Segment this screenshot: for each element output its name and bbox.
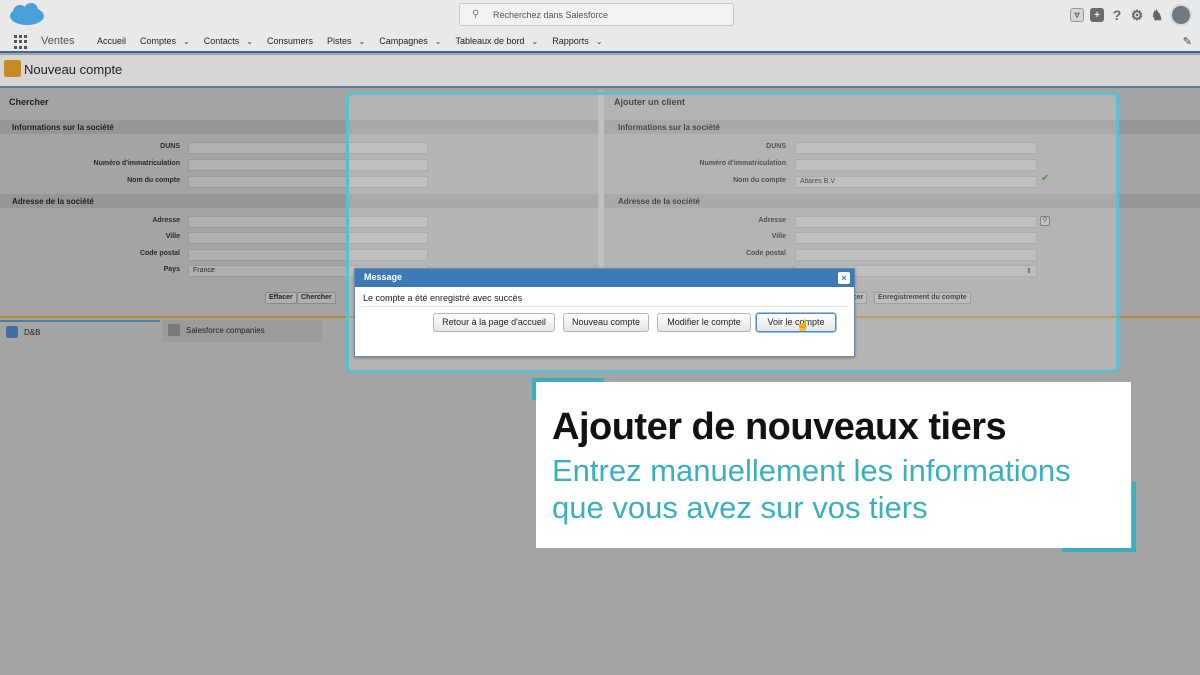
nav-item-pistes[interactable]: Pistes ⌄ <box>327 36 365 46</box>
chevron-down-icon[interactable]: ⌄ <box>435 37 442 46</box>
dialog-header: Message × <box>355 269 854 287</box>
database-icon <box>168 324 180 336</box>
tab-salesforce-companies[interactable]: Salesforce companies <box>162 320 322 342</box>
left-registration-label: Numéro d'immatriculation <box>93 160 180 167</box>
nav-item-contacts[interactable]: Contacts ⌄ <box>204 36 253 46</box>
accent-bar <box>1132 482 1136 552</box>
setup-gear-icon[interactable]: ⚙ <box>1130 7 1144 23</box>
notifications-bell-icon[interactable]: ♞ <box>1150 7 1164 23</box>
chevron-down-icon[interactable]: ⌄ <box>359 37 366 46</box>
left-account-name-label: Nom du compte <box>127 177 180 184</box>
tab-dnb-label: D&B <box>24 328 41 337</box>
user-avatar[interactable] <box>1170 4 1192 26</box>
chevron-down-icon[interactable]: ⌄ <box>596 37 603 46</box>
promo-card: Ajouter de nouveaux tiers Entrez manuell… <box>536 382 1131 548</box>
edit-pencil-icon[interactable]: ✎ <box>1183 35 1192 48</box>
close-icon[interactable]: × <box>838 272 850 284</box>
left-postal-label: Code postal <box>139 250 180 257</box>
accent-bar <box>1062 548 1136 552</box>
account-folder-icon <box>4 60 21 77</box>
app-navigation: Ventes Accueil Comptes ⌄ Contacts ⌄ Consum… <box>0 30 1200 53</box>
new-account-button[interactable]: Nouveau compte <box>563 313 649 332</box>
nav-item-accueil[interactable]: Accueil <box>97 36 126 46</box>
message-dialog: Message × Le compte a été enregistré ave… <box>354 268 855 357</box>
dialog-divider <box>361 306 848 307</box>
page-header: Nouveau compte <box>0 55 1200 88</box>
dialog-message: Le compte a été enregistré avec succès <box>363 293 523 303</box>
global-header: ⚲ Recherchez dans Salesforce ▿ + ? ⚙ ♞ <box>0 0 1200 30</box>
app-launcher-icon[interactable] <box>14 35 28 49</box>
help-icon[interactable]: ? <box>1110 7 1124 23</box>
search-icon: ⚲ <box>472 9 480 20</box>
nav-item-rapports[interactable]: Rapports ⌄ <box>552 36 602 46</box>
left-clear-button[interactable]: Effacer <box>265 292 297 304</box>
favorites-icon[interactable]: ▿ <box>1070 8 1084 22</box>
add-icon[interactable]: + <box>1090 8 1104 22</box>
page-title: Nouveau compte <box>24 62 123 77</box>
edit-account-button[interactable]: Modifier le compte <box>657 313 751 332</box>
dialog-title: Message <box>364 272 403 282</box>
promo-title: Ajouter de nouveaux tiers <box>552 406 1007 448</box>
left-country-label: Pays <box>163 266 180 273</box>
chevron-down-icon[interactable]: ⌄ <box>532 37 539 46</box>
app-name: Ventes <box>41 35 75 47</box>
salesforce-cloud-logo[interactable] <box>8 3 46 27</box>
back-to-home-button[interactable]: Retour à la page d'accueil <box>433 313 555 332</box>
left-search-button[interactable]: Chercher <box>297 292 336 304</box>
search-placeholder: Recherchez dans Salesforce <box>493 10 609 20</box>
nav-item-comptes[interactable]: Comptes ⌄ <box>140 36 190 46</box>
left-duns-label: DUNS <box>160 143 180 150</box>
nav-item-tableaux-de-bord[interactable]: Tableaux de bord ⌄ <box>455 36 538 46</box>
chevron-down-icon[interactable]: ⌄ <box>246 37 253 46</box>
nav-item-campagnes[interactable]: Campagnes ⌄ <box>379 36 441 46</box>
mouse-cursor-icon: ☝ <box>796 320 810 332</box>
left-city-label: Ville <box>165 233 180 240</box>
nav-items: Accueil Comptes ⌄ Contacts ⌄ Consumers Pis… <box>97 36 616 46</box>
search-panel-title: Chercher <box>9 97 49 107</box>
dnb-icon <box>6 326 18 338</box>
nav-item-consumers[interactable]: Consumers <box>267 36 313 46</box>
tab-dnb[interactable]: D&B <box>0 320 160 342</box>
promo-subtitle-line-2: que vous avez sur vos tiers <box>552 490 928 525</box>
promo-subtitle: Entrez manuellement les informations que… <box>552 452 1071 526</box>
chevron-down-icon[interactable]: ⌄ <box>183 37 190 46</box>
global-search-input[interactable]: ⚲ Recherchez dans Salesforce <box>459 3 734 26</box>
promo-subtitle-line-1: Entrez manuellement les informations <box>552 453 1071 488</box>
tab-salesforce-companies-label: Salesforce companies <box>186 326 265 335</box>
header-utility-icons: ▿ + ? ⚙ ♞ <box>1070 4 1192 26</box>
left-address-label: Adresse <box>152 217 180 224</box>
